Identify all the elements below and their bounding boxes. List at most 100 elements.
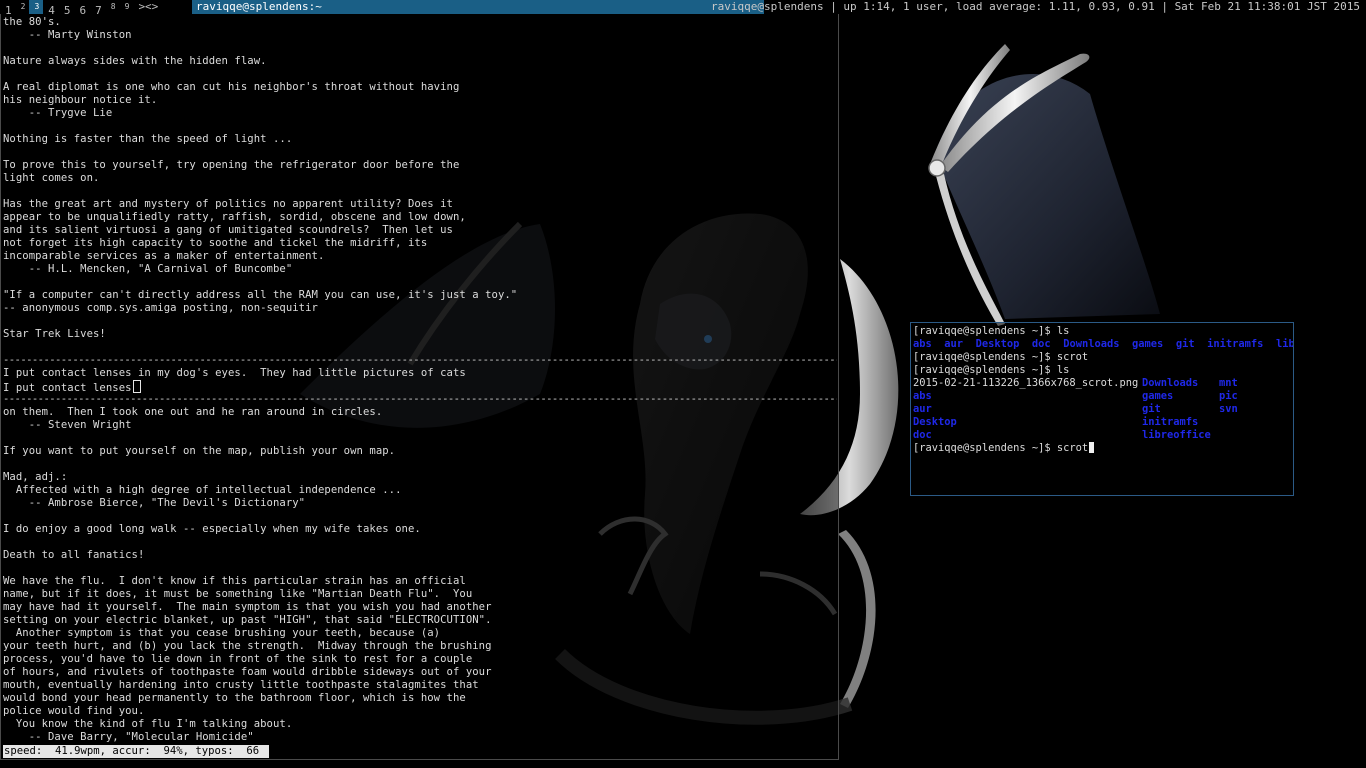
- fortune-line: mouth, eventually hardening into crusty …: [3, 679, 479, 691]
- ls-row: aur git svn: [913, 403, 1293, 416]
- workspace-2[interactable]: 2: [16, 0, 30, 14]
- directory-entry: initramfs: [1142, 416, 1199, 428]
- directory-entry: pic: [1219, 390, 1238, 402]
- workspace-3[interactable]: 3: [29, 0, 44, 14]
- shell-line-2: [raviqqe@splendens ~]$ scrot: [913, 351, 1293, 364]
- fortune-line: -- Ambrose Bierce, "The Devil's Dictiona…: [3, 497, 306, 509]
- workspace-8[interactable]: 8: [106, 0, 120, 14]
- fortune-line: the 80's.: [3, 16, 61, 28]
- fortune-line: [3, 536, 837, 549]
- fortune-line: appear to be unqualifiedly ratty, raffis…: [3, 211, 466, 223]
- shell-prompt: [raviqqe@splendens ~]$: [913, 364, 1057, 376]
- fortune-line: incomparable services as a maker of ente…: [3, 250, 325, 262]
- fortune-line: -- H.L. Mencken, "A Carnival of Buncombe…: [3, 263, 293, 275]
- fortune-line: on them. Then I took one out and he ran …: [3, 406, 383, 418]
- fortune-line: [3, 341, 837, 354]
- directory-entry: abs: [913, 338, 932, 350]
- directory-entry: Desktop: [975, 338, 1020, 350]
- fortune-line: -- Dave Barry, "Molecular Homicide": [3, 731, 254, 743]
- fortune-line: and its salient virtuosi a gang of umiti…: [3, 224, 453, 236]
- divider-top: ----------------------------------------…: [3, 354, 837, 366]
- directory-entry: libreoffice: [1142, 429, 1211, 441]
- system-status-text: raviqqe@splendens | up 1:14, 1 user, loa…: [710, 0, 1360, 13]
- directory-entry: aur: [913, 403, 932, 415]
- fortune-line: your teeth hurt, and (b) you lack the st…: [3, 640, 492, 652]
- fortune-line: would bond your head permanently to the …: [3, 692, 466, 704]
- fortune-line: Has the great art and mystery of politic…: [3, 198, 453, 210]
- fortune-line: Nature always sides with the hidden flaw…: [3, 55, 267, 67]
- ls-output-line: abs aur Desktop doc Downloads games git …: [913, 338, 1293, 351]
- text-cursor: [132, 380, 141, 393]
- directory-entry: libre: [1275, 338, 1293, 350]
- fortune-line: of hours, and rivulets of toothpaste foa…: [3, 666, 492, 678]
- fortune-line: We have the flu. I don't know if this pa…: [3, 575, 466, 587]
- directory-entry: games: [1132, 338, 1164, 350]
- shell-command: ls: [1056, 325, 1070, 337]
- fortune-line: -- Trygve Lie: [3, 107, 113, 119]
- workspace-7[interactable]: 7: [90, 0, 106, 17]
- directory-entry: doc: [913, 429, 932, 441]
- fortune-line: police would find you.: [3, 705, 145, 717]
- fortune-line: may have had it yourself. The main sympt…: [3, 601, 492, 613]
- shell-command: scrot: [1056, 351, 1089, 363]
- shell-line-current[interactable]: [raviqqe@splendens ~]$ scrot: [913, 442, 1293, 455]
- shell-command: scrot: [1056, 442, 1089, 454]
- fortune-line: If you want to put yourself on the map, …: [3, 445, 396, 457]
- fortune-line: I do enjoy a good long walk -- especiall…: [3, 523, 421, 535]
- shell-terminal[interactable]: [raviqqe@splendens ~]$ ls abs aur Deskto…: [910, 322, 1294, 496]
- shell-line-1: [raviqqe@splendens ~]$ ls: [913, 325, 1293, 338]
- file-entry: 2015-02-21-113226_1366x768_scrot.png: [913, 377, 1139, 389]
- fortune-line: Another symptom is that you cease brushi…: [3, 627, 441, 639]
- workspace-6[interactable]: 6: [75, 0, 91, 17]
- fortune-line: [3, 68, 837, 81]
- typing-input-line[interactable]: I put contact lenses: [3, 380, 837, 394]
- focused-window-title: raviqqe@splendens:~: [192, 0, 764, 14]
- fortune-line: Affected with a high degree of intellect…: [3, 484, 402, 496]
- fortune-line: [3, 146, 837, 159]
- workspace-1[interactable]: 1: [0, 0, 16, 17]
- directory-entry: doc: [1031, 338, 1051, 350]
- typing-practice-terminal[interactable]: the 80's. -- Marty Winston Nature always …: [0, 14, 839, 760]
- fortune-line: -- Steven Wright: [3, 419, 132, 431]
- directory-entry: initramfs: [1207, 338, 1264, 350]
- typing-stats-bar: speed: 41.9wpm, accur: 94%, typos: 66: [3, 745, 269, 758]
- layout-symbol[interactable]: ><>: [133, 0, 163, 14]
- fortune-line: -- anonymous comp.sys.amiga posting, non…: [3, 302, 318, 314]
- fortune-line: light comes on.: [3, 172, 100, 184]
- directory-entry: abs: [913, 390, 932, 402]
- fortune-line: name, but if it does, it must be somethi…: [3, 588, 473, 600]
- fortune-line: his neighbour notice it.: [3, 94, 158, 106]
- divider-bottom: ----------------------------------------…: [3, 393, 837, 405]
- fortune-line: -- Marty Winston: [3, 29, 132, 41]
- typing-target-line: I put contact lenses in my dog's eyes. T…: [3, 367, 466, 379]
- workspace-5[interactable]: 5: [59, 0, 75, 17]
- fortune-line: Death to all fanatics!: [3, 549, 145, 561]
- fortune-lines-after: on them. Then I took one out and he ran …: [3, 406, 837, 744]
- directory-entry: git: [1175, 338, 1195, 350]
- fortune-line: [3, 42, 837, 55]
- ls-row: doc libreoffice: [913, 429, 1293, 442]
- fortune-line: [3, 432, 837, 445]
- fortune-line: process, you'd have to lie down in front…: [3, 653, 473, 665]
- shell-command: ls: [1056, 364, 1070, 376]
- workspace-9[interactable]: 9: [120, 0, 134, 14]
- ls-row: Desktop initramfs: [913, 416, 1293, 429]
- fortune-line: A real diplomat is one who can cut his n…: [3, 81, 460, 93]
- ls-output-table: 2015-02-21-113226_1366x768_scrot.png Down…: [913, 377, 1293, 442]
- fortune-text-area: the 80's. -- Marty Winston Nature always …: [3, 16, 837, 744]
- fortune-line: not forget its high capacity to soothe a…: [3, 237, 428, 249]
- shell-prompt: [raviqqe@splendens ~]$: [913, 325, 1057, 337]
- fortune-line: Nothing is faster than the speed of ligh…: [3, 133, 293, 145]
- text-cursor: [1089, 442, 1095, 453]
- shell-output: [raviqqe@splendens ~]$ ls abs aur Deskto…: [913, 325, 1293, 455]
- fortune-line: [3, 120, 837, 133]
- fortune-line: setting on your electric blanket, up pas…: [3, 614, 492, 626]
- ls-row: 2015-02-21-113226_1366x768_scrot.png Down…: [913, 377, 1293, 390]
- fortune-line: [3, 510, 837, 523]
- fortune-line: To prove this to yourself, try opening t…: [3, 159, 460, 171]
- fortune-line: [3, 276, 837, 289]
- fortune-line: Star Trek Lives!: [3, 328, 106, 340]
- workspace-4[interactable]: 4: [43, 0, 59, 17]
- directory-entry: Downloads: [1063, 338, 1120, 350]
- directory-entry: mnt: [1219, 377, 1238, 389]
